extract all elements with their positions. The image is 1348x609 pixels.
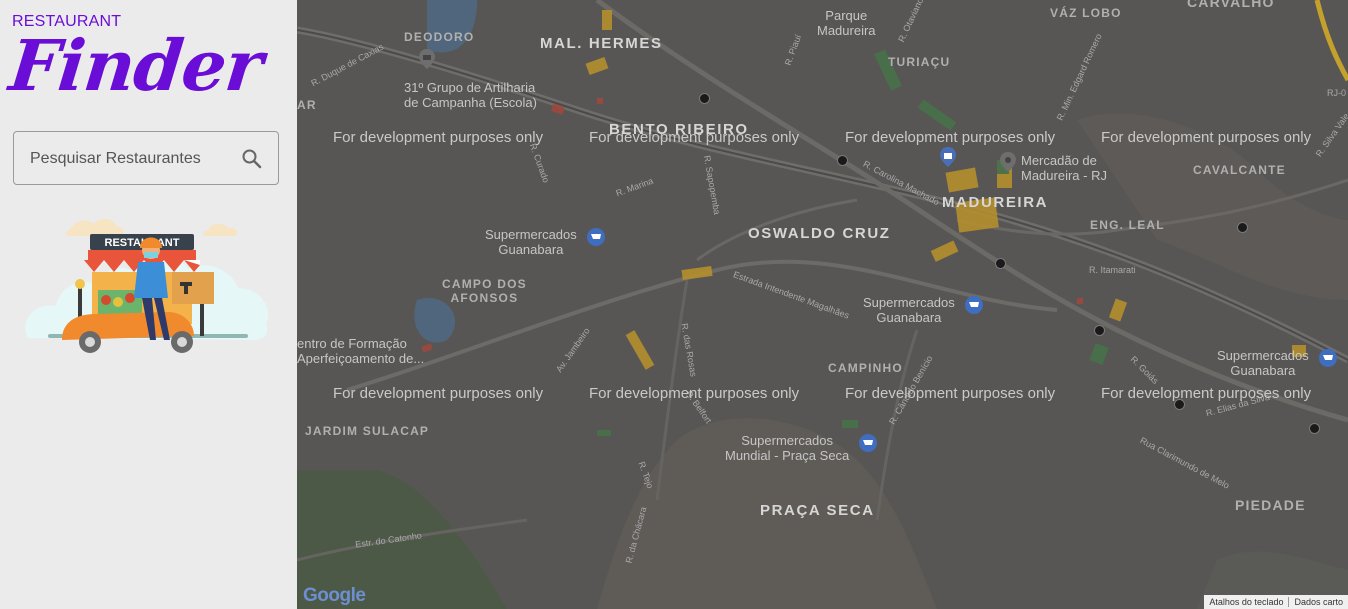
neighborhood-label: DEODORO	[404, 30, 475, 44]
poi-label: Parque Madureira	[817, 8, 876, 38]
train-station-icon[interactable]	[1237, 222, 1248, 233]
poi-label: 31º Grupo de Artilharia de Campanha (Esc…	[404, 80, 537, 110]
search-box[interactable]	[13, 131, 279, 185]
street-label: R. Itamarati	[1089, 265, 1136, 275]
sidebar: RESTAURANT Finder RESTAURANT	[0, 0, 297, 609]
neighborhood-label: VÁZ LOBO	[1050, 6, 1122, 20]
neighborhood-label: TURIAÇU	[888, 55, 951, 69]
google-logo[interactable]: Google	[303, 585, 366, 607]
poi-label: Mercadão de Madureira - RJ	[1021, 153, 1107, 183]
street-label: RJ-0	[1327, 88, 1347, 98]
dev-watermark: For development purposes only	[589, 385, 800, 402]
neighborhood-label: JARDIM SULACAP	[305, 424, 430, 438]
neighborhood-label: MADUREIRA	[942, 194, 1049, 211]
neighborhood-label: ENG. LEAL	[1090, 218, 1165, 232]
search-input[interactable]	[28, 146, 232, 172]
train-station-icon[interactable]	[837, 155, 848, 166]
shopping-cart-icon[interactable]	[585, 226, 607, 248]
poi-label: entro de Formação Aperfeiçoamento de...	[297, 336, 425, 366]
shopping-cart-icon[interactable]	[857, 432, 879, 454]
shopping-bag-icon[interactable]	[937, 146, 959, 168]
shopping-cart-icon[interactable]	[1317, 347, 1339, 369]
dev-watermark: For development purposes only	[333, 385, 544, 402]
neighborhood-label: PRAÇA SECA	[760, 502, 875, 519]
brand-logo-text: Finder	[5, 24, 266, 107]
neighborhood-label: OSWALDO CRUZ	[748, 225, 891, 242]
train-station-icon[interactable]	[1309, 423, 1320, 434]
poi-label: Supermercados Mundial - Praça Seca	[725, 433, 850, 463]
map-data-link[interactable]: Dados carto	[1288, 597, 1348, 607]
delivery-illustration: RESTAURANT	[25, 218, 269, 353]
neighborhood-label: CAMPO DOS AFONSOS	[442, 277, 527, 305]
map-attribution: Atalhos do teclado Dados carto	[1204, 595, 1348, 609]
google-logo-text: Google	[303, 585, 366, 606]
map-pin-icon[interactable]	[416, 48, 438, 70]
dev-watermark: For development purposes only	[589, 129, 800, 146]
neighborhood-label: PIEDADE	[1235, 497, 1306, 513]
neighborhood-label: CAMPINHO	[828, 361, 903, 375]
poi-label: Supermercados Guanabara	[1217, 348, 1309, 378]
keyboard-shortcuts-link[interactable]: Atalhos do teclado	[1204, 597, 1288, 607]
dev-watermark: For development purposes only	[1101, 385, 1312, 402]
search-icon[interactable]	[240, 147, 264, 171]
neighborhood-label: AR	[297, 98, 317, 112]
train-station-icon[interactable]	[995, 258, 1006, 269]
train-station-icon[interactable]	[1094, 325, 1105, 336]
neighborhood-label: CARVALHO	[1187, 0, 1275, 10]
shopping-cart-icon[interactable]	[963, 294, 985, 316]
neighborhood-label: CAVALCANTE	[1193, 163, 1286, 177]
dev-watermark: For development purposes only	[845, 385, 1056, 402]
dev-watermark: For development purposes only	[1101, 129, 1312, 146]
poi-label: Supermercados Guanabara	[863, 295, 955, 325]
dev-watermark: For development purposes only	[845, 129, 1056, 146]
poi-label: Supermercados Guanabara	[485, 227, 577, 257]
map-view[interactable]: MAL. HERMES BENTO RIBEIRO OSWALDO CRUZ M…	[297, 0, 1348, 609]
neighborhood-label: MAL. HERMES	[540, 35, 663, 52]
train-station-icon[interactable]	[699, 93, 710, 104]
dev-watermark: For development purposes only	[333, 129, 544, 146]
map-pin-icon[interactable]	[997, 151, 1019, 173]
